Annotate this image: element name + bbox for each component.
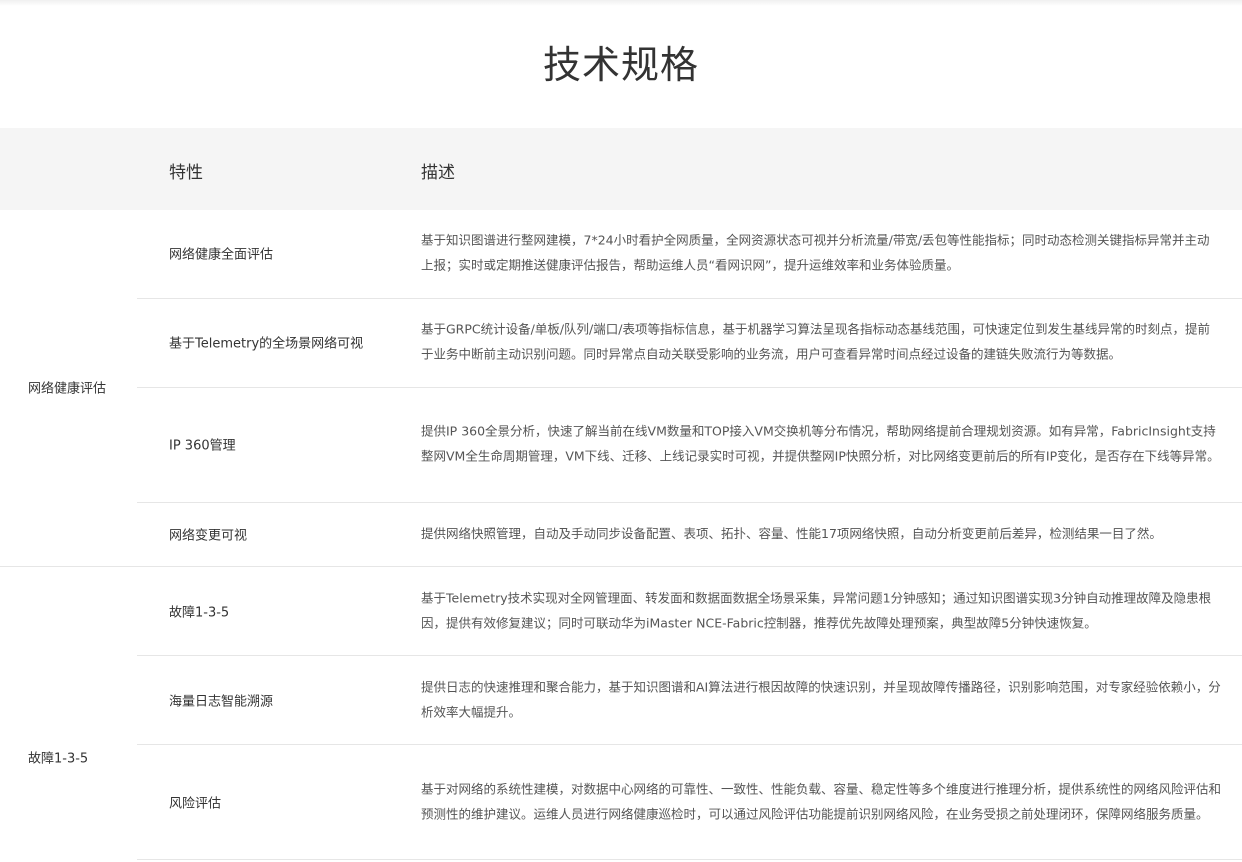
feature-description: 基于知识图谱进行整网建模，7*24小时看护全网质量，全网资源状态可视并分析流量/… bbox=[421, 232, 1210, 273]
feature-name: 网络变更可视 bbox=[169, 528, 248, 544]
feature-name: 海量日志智能溯源 bbox=[169, 694, 274, 710]
feature-description: 提供IP 360全景分析，快速了解当前在线VM数量和TOP接入VM交换机等分布情… bbox=[421, 423, 1220, 464]
table-row: IP 360管理 提供IP 360全景分析，快速了解当前在线VM数量和TOP接入… bbox=[137, 388, 1242, 503]
feature-description: 提供日志的快速推理和聚合能力，基于知识图谱和AI算法进行根因故障的快速识别，并呈… bbox=[421, 679, 1221, 720]
feature-description: 基于对网络的系统性建模，对数据中心网络的可靠性、一致性、性能负载、容量、稳定性等… bbox=[421, 781, 1222, 822]
feature-name: 基于Telemetry的全场景网络可视 bbox=[169, 336, 364, 352]
header-feature: 特性 bbox=[169, 163, 203, 183]
top-shadow bbox=[0, 0, 1242, 6]
table-row: 网络变更可视 提供网络快照管理，自动及手动同步设备配置、表项、拓扑、容量、性能1… bbox=[137, 503, 1242, 566]
page-title: 技术规格 bbox=[542, 43, 699, 87]
table-row: 基于Telemetry的全场景网络可视 基于GRPC统计设备/单板/队列/端口/… bbox=[137, 299, 1242, 388]
feature-name: 网络健康全面评估 bbox=[169, 247, 274, 263]
feature-description: 基于Telemetry技术实现对全网管理面、转发面和数据面数据全场景采集，异常问… bbox=[421, 590, 1212, 631]
table-row: 风险评估 基于对网络的系统性建模，对数据中心网络的可靠性、一致性、性能负载、容量… bbox=[137, 745, 1242, 860]
feature-description: 提供网络快照管理，自动及手动同步设备配置、表项、拓扑、容量、性能17项网络快照，… bbox=[421, 525, 1162, 541]
header-description: 描述 bbox=[421, 163, 455, 183]
group-label: 故障1-3-5 bbox=[28, 751, 89, 767]
feature-name: IP 360管理 bbox=[169, 438, 236, 454]
feature-name: 风险评估 bbox=[169, 796, 222, 812]
feature-description: 基于GRPC统计设备/单板/队列/端口/表项等指标信息，基于机器学习算法呈现各指… bbox=[421, 321, 1210, 362]
table-header: 特性 描述 bbox=[0, 128, 1242, 210]
feature-name: 故障1-3-5 bbox=[169, 605, 230, 621]
table-row: 网络健康全面评估 基于知识图谱进行整网建模，7*24小时看护全网质量，全网资源状… bbox=[137, 210, 1242, 299]
group-label: 网络健康评估 bbox=[28, 381, 107, 397]
table-row: 海量日志智能溯源 提供日志的快速推理和聚合能力，基于知识图谱和AI算法进行根因故… bbox=[137, 656, 1242, 745]
table-row: 故障1-3-5 基于Telemetry技术实现对全网管理面、转发面和数据面数据全… bbox=[137, 567, 1242, 656]
